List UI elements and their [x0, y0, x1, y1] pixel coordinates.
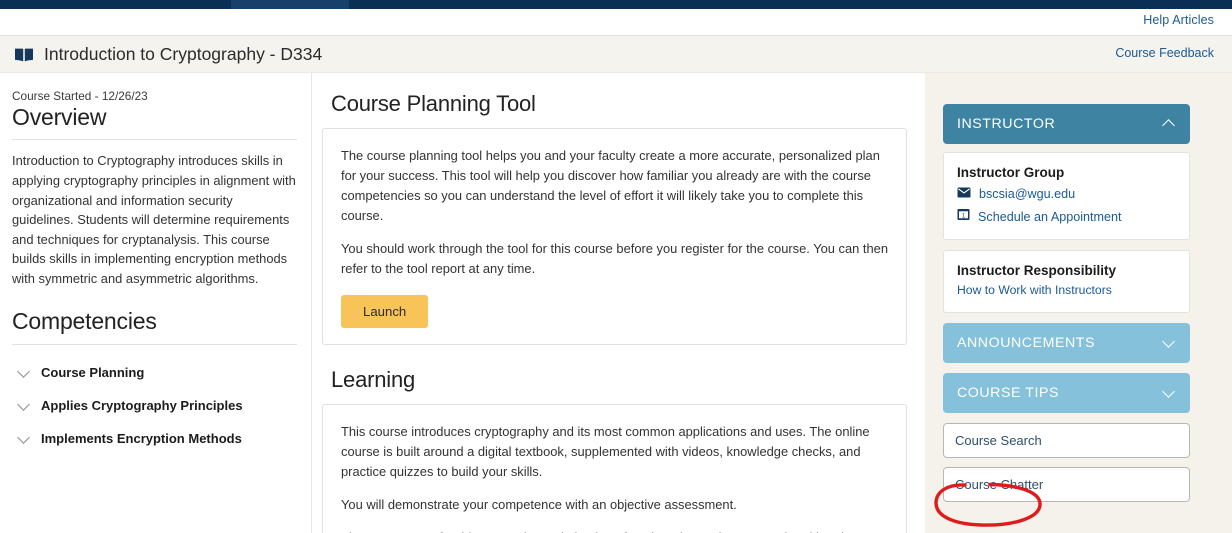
announcements-panel-label: ANNOUNCEMENTS: [957, 335, 1095, 351]
page-title: Introduction to Cryptography - D334: [44, 44, 323, 64]
top-navigation-bar: [0, 0, 1232, 9]
right-sidebar: INSTRUCTOR Instructor Group bscsia@wgu.e…: [925, 73, 1232, 533]
instructor-panel-body: Instructor Group bscsia@wgu.edu 1 Schedu…: [943, 152, 1190, 240]
chevron-down-icon: [1163, 337, 1176, 350]
course-tips-panel-header[interactable]: COURSE TIPS: [943, 373, 1190, 413]
instructor-email-link[interactable]: bscsia@wgu.edu: [979, 187, 1075, 201]
calendar-icon: 1: [957, 208, 970, 226]
competency-item[interactable]: Implements Encryption Methods: [12, 422, 297, 455]
learning-paragraph-1: This course introduces cryptography and …: [341, 424, 870, 479]
open-book-icon: [14, 47, 34, 63]
instructor-responsibility-title: Instructor Responsibility: [957, 263, 1117, 278]
competency-item[interactable]: Applies Cryptography Principles: [12, 389, 297, 422]
schedule-appointment-link[interactable]: Schedule an Appointment: [978, 210, 1122, 224]
course-tips-panel-label: COURSE TIPS: [957, 385, 1059, 401]
course-chatter-input[interactable]: [943, 467, 1190, 502]
chevron-down-icon: [1163, 387, 1176, 400]
announcements-panel-header[interactable]: ANNOUNCEMENTS: [943, 323, 1190, 363]
instructor-panel-header[interactable]: INSTRUCTOR: [943, 104, 1190, 144]
instructor-panel-label: INSTRUCTOR: [957, 116, 1056, 132]
instructor-responsibility-panel: Instructor Responsibility How to Work wi…: [943, 250, 1190, 313]
envelope-icon: [957, 185, 971, 203]
competency-label: Applies Cryptography Principles: [41, 397, 243, 413]
schedule-appointment-row[interactable]: 1 Schedule an Appointment: [957, 208, 1176, 226]
instructor-email-row[interactable]: bscsia@wgu.edu: [957, 185, 1176, 203]
planning-paragraph-1: The course planning tool helps you and y…: [341, 148, 880, 223]
planning-paragraph-2: You should work through the tool for thi…: [341, 241, 889, 276]
how-to-work-with-instructors-link[interactable]: How to Work with Instructors: [957, 283, 1112, 297]
competencies-list: Course Planning Applies Cryptography Pri…: [12, 356, 297, 455]
competency-label: Course Planning: [41, 364, 145, 380]
course-title-wrap: Introduction to Cryptography - D334: [14, 36, 322, 73]
learning-card: This course introduces cryptography and …: [322, 404, 907, 533]
course-title-bar: Introduction to Cryptography - D334 Cour…: [0, 36, 1232, 73]
course-planning-tool-card: The course planning tool helps you and y…: [322, 128, 907, 345]
learning-section: Learning This course introduces cryptogr…: [322, 367, 907, 533]
course-planning-tool-heading: Course Planning Tool: [331, 91, 536, 116]
overview-sidebar: Course Started - 12/26/23 Overview Intro…: [0, 73, 312, 533]
divider: [12, 343, 297, 345]
course-started-label: Course Started - 12/26/23: [12, 89, 148, 103]
chevron-down-icon: [18, 366, 30, 378]
instructor-group-title: Instructor Group: [957, 165, 1065, 180]
overview-description: Introduction to Cryptography introduces …: [12, 153, 296, 287]
chevron-down-icon: [18, 399, 30, 411]
help-bar: Help Articles: [0, 9, 1232, 36]
launch-button[interactable]: Launch: [341, 295, 429, 328]
course-search-input[interactable]: [943, 423, 1190, 458]
top-nav-active-tab[interactable]: [231, 0, 349, 9]
overview-heading: Overview: [12, 104, 107, 130]
competencies-heading: Competencies: [12, 307, 157, 334]
chevron-up-icon: [1163, 118, 1176, 131]
competency-label: Implements Encryption Methods: [41, 430, 242, 446]
chevron-down-icon: [18, 432, 30, 444]
main-content: Course Planning Tool The course planning…: [313, 73, 925, 533]
course-feedback-link[interactable]: Course Feedback: [1115, 46, 1214, 60]
competency-item[interactable]: Course Planning: [12, 356, 297, 389]
learning-paragraph-3: The assessment for this course is a culm…: [341, 528, 888, 533]
learning-paragraph-2: You will demonstrate your competence wit…: [341, 497, 737, 512]
divider: [12, 139, 297, 141]
page-root: Help Articles Introduction to Cryptograp…: [0, 0, 1232, 533]
learning-heading: Learning: [331, 367, 416, 392]
help-articles-link[interactable]: Help Articles: [1143, 13, 1214, 27]
